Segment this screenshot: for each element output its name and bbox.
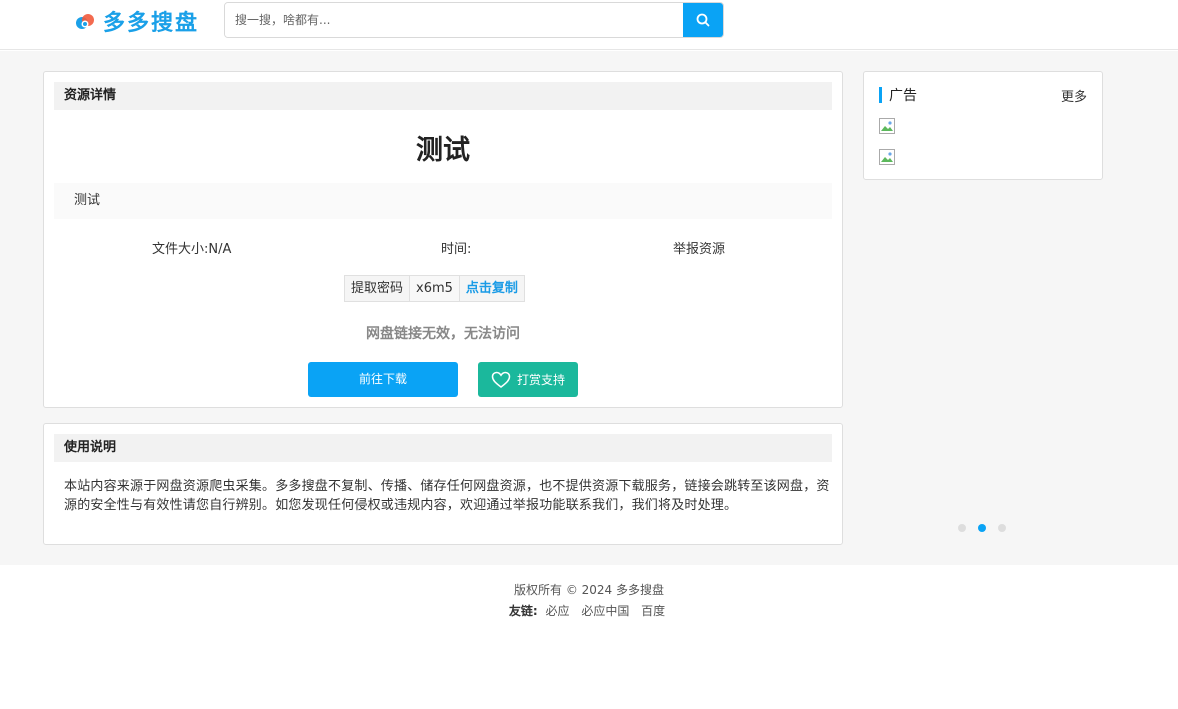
resource-detail-card: 资源详情 测试 测试 文件大小:N/A 时间: 举报资源 提取密码 x6m5 点… [43, 71, 843, 408]
heart-icon [491, 371, 511, 388]
copy-code-button[interactable]: 点击复制 [459, 276, 524, 301]
footer-link-bing[interactable]: 必应 [545, 604, 569, 618]
code-value: x6m5 [410, 276, 460, 301]
carousel-dot-active[interactable] [978, 524, 986, 532]
report-link[interactable]: 举报资源 [673, 238, 725, 257]
detail-section-title: 资源详情 [54, 82, 832, 110]
resource-title: 测试 [416, 135, 470, 166]
tip-button-label: 打赏支持 [516, 373, 565, 387]
search-button[interactable] [683, 3, 723, 37]
broken-image-icon[interactable] [879, 118, 895, 134]
site-header: 多多搜盘 [0, 0, 1178, 50]
footer-link-baidu[interactable]: 百度 [641, 604, 665, 618]
carousel-dot[interactable] [998, 524, 1006, 532]
ad-title-bar [879, 87, 882, 103]
ad-title-label: 广告 [889, 88, 917, 104]
ad-more-link[interactable]: 更多 [1061, 86, 1087, 105]
usage-notice-card: 使用说明 本站内容来源于网盘资源爬虫采集。多多搜盘不复制、传播、储存任何网盘资源… [43, 423, 843, 545]
footer-copyright: 版权所有 © 2024 多多搜盘 [514, 583, 664, 597]
footer-links-label: 友链: [508, 604, 538, 618]
broken-image-icon[interactable] [879, 149, 895, 165]
invalid-link-message: 网盘链接无效，无法访问 [366, 326, 520, 342]
ad-header: 广告 更多 [879, 85, 1087, 105]
search-input[interactable] [225, 3, 683, 37]
notice-section-title: 使用说明 [54, 434, 832, 462]
search-bar [224, 2, 724, 38]
code-label: 提取密码 [345, 276, 411, 301]
site-logo[interactable]: 多多搜盘 [73, 8, 200, 36]
tip-button[interactable]: 打赏支持 [478, 362, 578, 397]
carousel-dots [958, 524, 1006, 532]
extract-code-box: 提取密码 x6m5 点击复制 [344, 275, 525, 302]
logo-text: 多多搜盘 [103, 11, 200, 36]
download-button[interactable]: 前往下载 [308, 362, 458, 397]
footer-links: 友链: 必应 必应中国 百度 [0, 602, 1178, 619]
ad-title: 广告 [879, 85, 917, 105]
search-icon [696, 13, 710, 27]
carousel-dot[interactable] [958, 524, 966, 532]
resource-time: 时间: [441, 242, 472, 257]
notice-text: 本站内容来源于网盘资源爬虫采集。多多搜盘不复制、传播、储存任何网盘资源，也不提供… [64, 479, 830, 513]
cloud-logo-icon [76, 14, 94, 29]
ad-card: 广告 更多 [863, 71, 1103, 180]
file-size: 文件大小:N/A [152, 242, 232, 257]
footer-link-bing-cn[interactable]: 必应中国 [581, 604, 629, 618]
resource-description: 测试 [54, 183, 832, 219]
